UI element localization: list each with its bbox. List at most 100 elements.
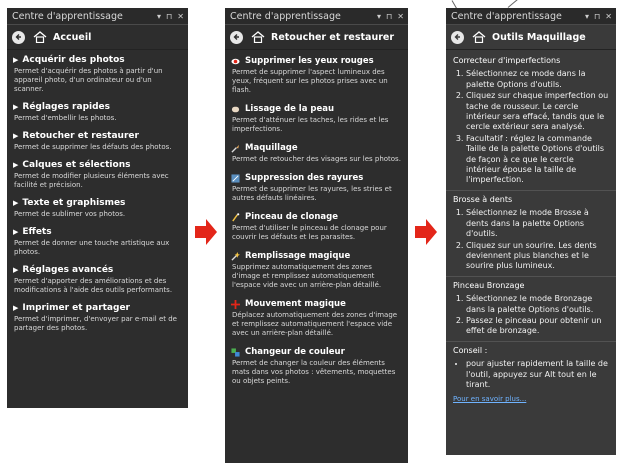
back-button[interactable] bbox=[230, 30, 243, 44]
section-heading: Pinceau Bronzage bbox=[453, 280, 525, 290]
tool-list: Supprimer les yeux rouges Permet de suppr… bbox=[225, 50, 408, 386]
category-title[interactable]: ▶ Texte et graphismes bbox=[13, 197, 182, 209]
pin-icon[interactable]: ⊓ bbox=[166, 12, 172, 21]
category-title[interactable]: ▶ Retoucher et restaurer bbox=[13, 130, 182, 142]
tool-title[interactable]: Supprimer les yeux rouges bbox=[231, 55, 402, 67]
steps-list: Sélectionnez le mode Brosse à dents dans… bbox=[453, 208, 609, 271]
tool-item[interactable]: Lissage de la peau Permet d'atténuer les … bbox=[231, 103, 402, 134]
page-title: Retoucher et restaurer bbox=[271, 31, 395, 43]
tool-item[interactable]: Maquillage Permet de retoucher des visage… bbox=[231, 142, 402, 164]
step-item: Passez le pinceau pour obtenir un effet … bbox=[466, 316, 609, 337]
step-item: Cliquez sur chaque imperfection ou tache… bbox=[466, 91, 609, 133]
category-title[interactable]: ▶ Réglages rapides bbox=[13, 101, 182, 113]
category-description: Permet d'acquérir des photos à partir d'… bbox=[14, 67, 163, 93]
tool-title[interactable]: Maquillage bbox=[231, 142, 402, 154]
steps-list: Sélectionnez le mode Bronzage dans la pa… bbox=[453, 294, 609, 337]
magic-move-icon bbox=[231, 299, 245, 309]
category-description: Permet d'apporter des améliorations et d… bbox=[14, 277, 173, 294]
tip-heading: Conseil : bbox=[453, 345, 488, 355]
panel-titlebar: Centre d'apprentissage ▾ ⊓ ✕ bbox=[225, 8, 408, 25]
home-icon[interactable] bbox=[33, 31, 47, 43]
category-item[interactable]: ▶ Imprimer et partager Permet d'imprimer, … bbox=[13, 302, 182, 333]
tool-item[interactable]: Mouvement magique Déplacez automatiquemen… bbox=[231, 298, 402, 338]
tool-title[interactable]: Lissage de la peau bbox=[231, 103, 402, 115]
close-icon[interactable]: ✕ bbox=[605, 12, 612, 21]
tool-label: Maquillage bbox=[245, 143, 298, 153]
back-button[interactable] bbox=[451, 30, 464, 44]
panel-titlebar: Centre d'apprentissage ▾ ⊓ ✕ bbox=[7, 8, 188, 25]
tool-label: Supprimer les yeux rouges bbox=[245, 56, 374, 66]
nav-bar: Retoucher et restaurer bbox=[225, 25, 408, 50]
step-item: Sélectionnez ce mode dans la palette Opt… bbox=[466, 69, 609, 90]
tool-item[interactable]: Suppression des rayures Permet de supprim… bbox=[231, 172, 402, 203]
tool-item[interactable]: Pinceau de clonage Permet d'utiliser le p… bbox=[231, 211, 402, 242]
tip-item: pour ajuster rapidement la taille de l'o… bbox=[466, 359, 609, 390]
tip-list: pour ajuster rapidement la taille de l'o… bbox=[453, 359, 609, 390]
tool-item[interactable]: Changeur de couleur Permet de changer la … bbox=[231, 346, 402, 386]
section-divider bbox=[446, 189, 616, 191]
dropdown-icon[interactable]: ▾ bbox=[157, 12, 161, 21]
section-divider bbox=[446, 275, 616, 277]
callout-line bbox=[507, 0, 520, 8]
expand-triangle-icon: ▶ bbox=[13, 132, 19, 140]
step-item: Sélectionnez le mode Bronzage dans la pa… bbox=[466, 294, 609, 315]
learning-center-panel-makeup: Centre d'apprentissage ▾ ⊓ ✕ Outils Maqu… bbox=[446, 8, 616, 455]
category-item[interactable]: ▶ Calques et sélections Permet de modifier… bbox=[13, 159, 182, 190]
category-label: Effets bbox=[22, 227, 52, 237]
red-eye-icon bbox=[231, 57, 245, 66]
dropdown-icon[interactable]: ▾ bbox=[585, 12, 589, 21]
category-title[interactable]: ▶ Réglages avancés bbox=[13, 264, 182, 276]
pin-icon[interactable]: ⊓ bbox=[386, 12, 392, 21]
panel-titlebar: Centre d'apprentissage ▾ ⊓ ✕ bbox=[446, 8, 616, 25]
page-title: Outils Maquillage bbox=[492, 31, 586, 43]
close-icon[interactable]: ✕ bbox=[397, 12, 404, 21]
category-item[interactable]: ▶ Retoucher et restaurer Permet de supprim… bbox=[13, 130, 182, 152]
section-divider bbox=[446, 340, 616, 342]
tool-title[interactable]: Suppression des rayures bbox=[231, 172, 402, 184]
tool-description: Permet de supprimer les rayures, les str… bbox=[232, 185, 392, 202]
category-description: Permet de donner une touche artistique a… bbox=[14, 239, 170, 256]
step-item: Cliquez sur un sourire. Les dents devien… bbox=[466, 241, 609, 272]
tool-title[interactable]: Remplissage magique bbox=[231, 250, 402, 262]
section-heading: Brosse à dents bbox=[453, 194, 513, 204]
expand-triangle-icon: ▶ bbox=[13, 161, 19, 169]
category-title[interactable]: ▶ Acquérir des photos bbox=[13, 54, 182, 66]
step-item: Sélectionnez le mode Brosse à dents dans… bbox=[466, 208, 609, 239]
expand-triangle-icon: ▶ bbox=[13, 199, 19, 207]
close-icon[interactable]: ✕ bbox=[177, 12, 184, 21]
window-title: Centre d'apprentissage bbox=[12, 10, 123, 22]
tool-title[interactable]: Changeur de couleur bbox=[231, 346, 402, 358]
tool-title[interactable]: Pinceau de clonage bbox=[231, 211, 402, 223]
back-arrow-icon bbox=[15, 34, 21, 40]
home-icon[interactable] bbox=[251, 31, 265, 43]
learn-more-link[interactable]: Pour en savoir plus... bbox=[453, 395, 526, 403]
dropdown-icon[interactable]: ▾ bbox=[377, 12, 381, 21]
section-heading: Correcteur d'imperfections bbox=[453, 56, 561, 65]
category-item[interactable]: ▶ Texte et graphismes Permet de sublimer v… bbox=[13, 197, 182, 219]
tool-label: Remplissage magique bbox=[245, 251, 351, 261]
tool-label: Suppression des rayures bbox=[245, 173, 364, 183]
category-title[interactable]: ▶ Imprimer et partager bbox=[13, 302, 182, 314]
help-content: Correcteur d'imperfections Sélectionnez c… bbox=[446, 50, 616, 405]
tool-item[interactable]: Supprimer les yeux rouges Permet de suppr… bbox=[231, 55, 402, 95]
back-arrow-icon bbox=[233, 34, 239, 40]
page-title: Accueil bbox=[53, 31, 92, 43]
tool-item[interactable]: Remplissage magique Supprimez automatique… bbox=[231, 250, 402, 290]
pin-icon[interactable]: ⊓ bbox=[594, 12, 600, 21]
right-arrow-icon bbox=[195, 219, 217, 245]
nav-bar: Accueil bbox=[7, 25, 188, 50]
back-arrow-icon bbox=[454, 34, 460, 40]
category-item[interactable]: ▶ Réglages avancés Permet d'apporter des a… bbox=[13, 264, 182, 295]
tool-title[interactable]: Mouvement magique bbox=[231, 298, 402, 310]
category-item[interactable]: ▶ Réglages rapides Permet d'embellir les p… bbox=[13, 101, 182, 123]
expand-triangle-icon: ▶ bbox=[13, 228, 19, 236]
category-item[interactable]: ▶ Effets Permet de donner une touche artis… bbox=[13, 226, 182, 257]
home-icon[interactable] bbox=[472, 31, 486, 43]
category-item[interactable]: ▶ Acquérir des photos Permet d'acquérir de… bbox=[13, 54, 182, 94]
category-title[interactable]: ▶ Effets bbox=[13, 226, 182, 238]
tool-label: Changeur de couleur bbox=[245, 347, 345, 357]
tool-label: Lissage de la peau bbox=[245, 104, 335, 114]
category-title[interactable]: ▶ Calques et sélections bbox=[13, 159, 182, 171]
clone-brush-icon bbox=[231, 212, 245, 222]
back-button[interactable] bbox=[12, 30, 25, 44]
